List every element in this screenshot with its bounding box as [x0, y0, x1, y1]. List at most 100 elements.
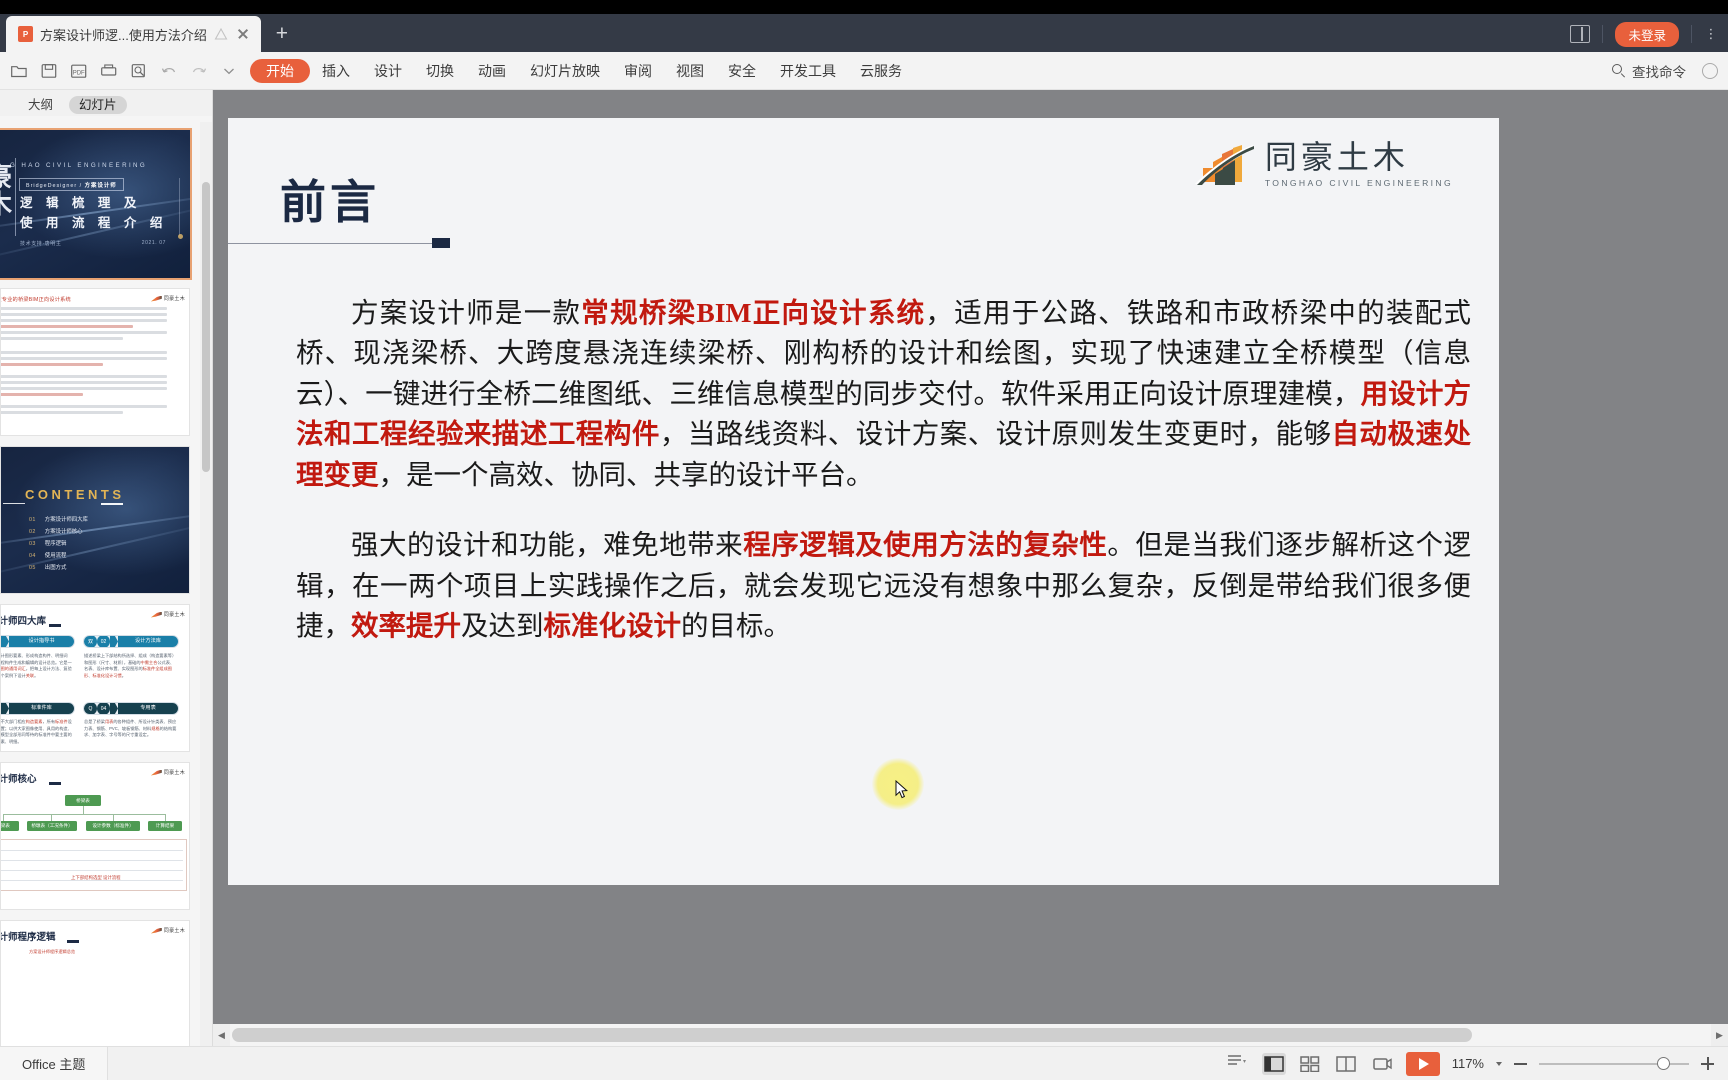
diagram-root-node: 桥梁表 [65, 795, 101, 806]
zoom-slider[interactable] [1539, 1056, 1689, 1070]
logo-wordmark: 同豪土木 TONGHAO CIVIL ENGINEERING [1264, 140, 1453, 188]
document-tab[interactable]: P 方案设计师逻...使用方法介绍 [6, 16, 261, 52]
tab-review[interactable]: 审阅 [612, 60, 664, 82]
tab-slideshow[interactable]: 幻灯片放映 [518, 60, 612, 82]
save-icon[interactable] [36, 58, 62, 84]
tab-outline[interactable]: 大纲 [18, 96, 63, 115]
slide-sorter-icon[interactable] [1298, 1053, 1322, 1075]
split-view-icon[interactable] [1570, 25, 1591, 43]
zoom-level-label[interactable]: 117% [1452, 1056, 1484, 1071]
library-card-1: 01 设计指导书 [1, 635, 75, 648]
zoom-dropdown-icon[interactable] [1496, 1061, 1502, 1066]
thumbnail-slide-3[interactable]: CONTENTS 01 方案设计师四大库 02 方案设计师核心 03 程序逻辑 04 使… [0, 446, 190, 594]
library-text-4: 总是了桥梁用表的各种组件、所设计针类表、预应力表、钢筋、PVC、坡板钢筋、材料规… [84, 719, 177, 737]
slide-6-canvas: 设计师程序逻辑 同豪土木 方案设计师程序逻辑总览 [0, 921, 189, 1046]
thumbnail-slide-1[interactable]: 豪木 G HAO CIVIL ENGINEERING BridgeDesigne… [0, 128, 192, 280]
export-pdf-icon[interactable]: PDF [66, 58, 92, 84]
title-bar: P 方案设计师逻...使用方法介绍 + 未登录 ⋮ [0, 14, 1728, 52]
svg-text:PDF: PDF [73, 70, 85, 76]
zoom-slider-knob[interactable] [1657, 1056, 1670, 1070]
reading-view-icon[interactable] [1334, 1053, 1358, 1075]
tab-slides[interactable]: 幻灯片 [69, 95, 127, 115]
stage-canvas-area[interactable]: 前言 同豪土木 TONGHAO CIVIL ENGINEERING 方案设计师是… [213, 90, 1728, 1024]
text-run: 强大的设计和功能，难免地带来 [351, 529, 744, 561]
theme-indicator[interactable]: Office 主题 [0, 1046, 109, 1080]
print-icon[interactable] [96, 58, 122, 84]
text-run: 方案设计师是一款 [351, 297, 582, 328]
slide-2-canvas: 同豪土木 一款专业的桥梁BIM正向设计系统 [1, 289, 189, 435]
presenter-view-icon[interactable] [1370, 1053, 1394, 1075]
slide-4-canvas: 设计师四大库 同豪土木 01 设计指导书 包含设计图形要素、形成构造构件、明细词… [0, 605, 189, 751]
scrollbar-thumb[interactable] [232, 1028, 1472, 1042]
slide-6-title: 设计师程序逻辑 [0, 932, 56, 943]
window-more-icon[interactable]: ⋮ [1704, 26, 1718, 42]
tab-view[interactable]: 视图 [664, 60, 716, 82]
slide-1-canvas: 豪木 G HAO CIVIL ENGINEERING BridgeDesigne… [0, 130, 190, 278]
page-title[interactable]: 前言 [280, 166, 380, 232]
slide-1-line2: 使 用 流 程 介 绍 [20, 216, 168, 230]
login-status-button[interactable]: 未登录 [1615, 21, 1679, 47]
new-tab-button[interactable]: + [261, 16, 303, 52]
diagram-caption: 上下部结构选型 设计流程 [71, 875, 121, 880]
print-preview-icon[interactable] [126, 58, 152, 84]
horizontal-scrollbar[interactable]: ◀ ▶ [213, 1024, 1728, 1046]
mouse-cursor-icon [895, 780, 908, 799]
scrollbar-track[interactable] [230, 1024, 1711, 1046]
slide-body-text[interactable]: 方案设计师是一款常规桥梁BIM正向设计系统，适用于公路、铁路和市政桥梁中的装配式… [296, 293, 1471, 646]
customize-chevron-icon[interactable] [216, 58, 242, 84]
thumbnail-scrollbar[interactable] [200, 122, 212, 1046]
slide-1-pill: BridgeDesigner / 方案设计师 [19, 178, 124, 191]
normal-view-icon[interactable] [1261, 1052, 1286, 1075]
tab-insert[interactable]: 插入 [310, 60, 362, 82]
tab-start[interactable]: 开始 [250, 58, 310, 83]
contents-title: CONTENTS [25, 487, 125, 502]
thumbnail-slide-2[interactable]: 同豪土木 一款专业的桥梁BIM正向设计系统 [0, 288, 190, 436]
tab-animation[interactable]: 动画 [466, 60, 518, 82]
zoom-out-button[interactable] [1514, 1062, 1527, 1065]
thumbnail-slide-5[interactable]: 设计师核心 同豪土木 桥梁表 主梁表 桥墩表（工况条件） 设计参数（标准件） 计… [0, 762, 190, 910]
text-run: ，当路线资料、设计方案、设计原则发生变更时，能够 [659, 418, 1332, 450]
slide-5-canvas: 设计师核心 同豪土木 桥梁表 主梁表 桥墩表（工况条件） 设计参数（标准件） 计… [1, 763, 189, 909]
open-folder-icon[interactable] [6, 58, 32, 84]
slide-1-footer-left: 技术支持·唐明主 [20, 241, 62, 247]
highlight-run: 程序逻辑及使用方法的复杂性 [743, 529, 1108, 561]
tab-security[interactable]: 安全 [716, 60, 768, 82]
tab-cloud[interactable]: 云服务 [848, 60, 914, 82]
slide-1-eng-band: G HAO CIVIL ENGINEERING [10, 162, 148, 169]
library-text-1: 包含设计图形要素、形成构造构件、明细词汇、工程构件生成和编辑的设计总览。它是一个… [0, 653, 72, 678]
scroll-right-icon[interactable]: ▶ [1711, 1024, 1728, 1046]
bridge-logo-icon [1193, 142, 1255, 186]
thumbnail-slide-6[interactable]: 设计师程序逻辑 同豪土木 方案设计师程序逻辑总览 [0, 920, 190, 1046]
diagram-node-3: 设计参数（标准件） [86, 821, 140, 831]
thumbnail-scrollbar-thumb[interactable] [202, 182, 210, 472]
play-slideshow-button[interactable] [1405, 1051, 1440, 1076]
document-tab-label: 方案设计师逻...使用方法介绍 [40, 27, 207, 43]
tab-design[interactable]: 设计 [362, 60, 414, 82]
thumbnail-list[interactable]: 豪木 G HAO CIVIL ENGINEERING BridgeDesigne… [0, 122, 200, 1046]
logo-english-name: TONGHAO CIVIL ENGINEERING [1264, 177, 1453, 188]
status-bar-right: 117% [1226, 1051, 1728, 1076]
undo-icon[interactable] [156, 58, 182, 84]
slide-3-canvas: CONTENTS 01 方案设计师四大库 02 方案设计师核心 03 程序逻辑 04 使… [1, 447, 189, 593]
ribbon-right-controls: 查找命令 [1612, 61, 1728, 81]
scroll-left-icon[interactable]: ◀ [213, 1024, 230, 1046]
slide-1-big-chars: 豪木 [0, 163, 13, 219]
notes-icon[interactable] [1226, 1053, 1250, 1075]
wps-presentation-window: P 方案设计师逻...使用方法介绍 + 未登录 ⋮ PDF 开始 插入 设计 切… [0, 0, 1728, 1080]
tab-developer[interactable]: 开发工具 [768, 60, 848, 82]
diagram-node-4: 计算结果 [148, 821, 182, 831]
library-card-3: 03 标准件库 [1, 702, 75, 715]
tab-transition[interactable]: 切换 [414, 60, 466, 82]
thumbnail-slide-4[interactable]: 设计师四大库 同豪土木 01 设计指导书 包含设计图形要素、形成构造构件、明细词… [0, 604, 190, 752]
zoom-in-button[interactable] [1701, 1057, 1714, 1070]
feedback-icon[interactable] [1702, 62, 1718, 79]
diagram-node-1: 主梁表 [1, 821, 19, 831]
contents-item-4: 04 使用流程 [29, 553, 67, 559]
library-card-4: Q 04 专用表 [83, 702, 179, 715]
slide-2-headline: 一款专业的桥梁BIM正向设计系统 [1, 297, 71, 303]
titlebar-right-controls: 未登录 ⋮ [1570, 16, 1728, 52]
find-command-button[interactable]: 查找命令 [1612, 61, 1686, 81]
redo-icon[interactable] [186, 58, 212, 84]
current-slide[interactable]: 前言 同豪土木 TONGHAO CIVIL ENGINEERING 方案设计师是… [228, 118, 1499, 885]
close-tab-icon[interactable] [235, 26, 251, 42]
